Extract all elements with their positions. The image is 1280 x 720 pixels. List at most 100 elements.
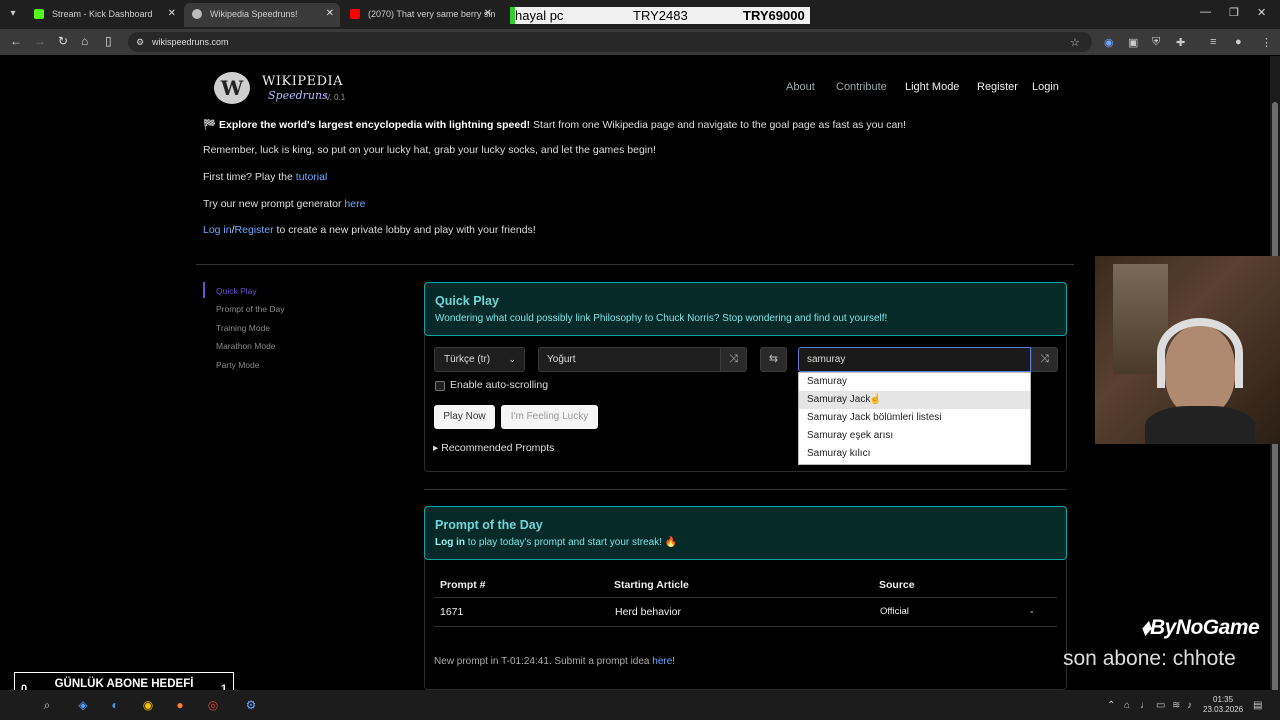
auto-scroll-checkbox[interactable] xyxy=(435,381,445,391)
table-divider xyxy=(434,597,1057,598)
goal-article-input[interactable]: samuray xyxy=(798,347,1031,372)
network-icon[interactable]: ⌂ xyxy=(1124,700,1130,711)
suggestion-item[interactable]: Samuray xyxy=(799,373,1030,391)
volume-icon[interactable]: ♪ xyxy=(1187,700,1192,711)
menu-icon[interactable]: ⋮ xyxy=(1261,36,1272,49)
site-logo[interactable]: W WIKIPEDIA Speedruns V. 0.1 xyxy=(214,72,354,106)
reload-icon[interactable]: ↻ xyxy=(58,34,68,48)
nav-contribute[interactable]: Contribute xyxy=(836,81,887,93)
nav-login[interactable]: Login xyxy=(1032,81,1059,93)
sidebar-item-prompt-of-the-day[interactable]: Prompt of the Day xyxy=(216,304,285,314)
bookmark-star-icon[interactable]: ☆ xyxy=(1070,36,1080,49)
overlay-label: hayal pc xyxy=(515,8,564,23)
suggestion-item[interactable]: Samuray Jack bölümleri listesi xyxy=(799,409,1030,427)
register-link[interactable]: Register xyxy=(235,224,274,236)
app-icon[interactable]: ◈ xyxy=(76,698,90,712)
intro-text: Start from one Wikipedia page and naviga… xyxy=(530,119,907,131)
footnote-text: New prompt in T-01:24:41. Submit a promp… xyxy=(434,656,653,667)
forward-icon[interactable]: → xyxy=(34,34,46,48)
close-icon[interactable]: ✕ xyxy=(326,3,334,25)
extension-icon[interactable]: ◉ xyxy=(1104,36,1114,49)
nav-about[interactable]: About xyxy=(786,81,815,93)
media-icon[interactable]: ≡ xyxy=(1210,36,1216,48)
page-content: W WIKIPEDIA Speedruns V. 0.1 About Contr… xyxy=(0,56,1270,690)
webcam-overlay xyxy=(1095,256,1280,444)
address-toolbar: ← → ↻ ⌂ ▯ ⚙ wikispeedruns.com ☆ ◉ ▣ ⛨ ✚ … xyxy=(0,29,1280,55)
nav-light-mode[interactable]: Light Mode xyxy=(905,81,959,93)
suggestion-item[interactable]: Samuray kılıcı xyxy=(799,445,1030,463)
sidebar-item-marathon-mode[interactable]: Marathon Mode xyxy=(216,341,276,351)
potd-footnote: New prompt in T-01:24:41. Submit a promp… xyxy=(434,656,675,667)
sidebar-item-training-mode[interactable]: Training Mode xyxy=(216,323,270,333)
feeling-lucky-button[interactable]: I'm Feeling Lucky xyxy=(501,405,598,429)
sidebar-active-marker xyxy=(203,282,205,298)
mouse-cursor-icon: ☝ xyxy=(869,394,882,405)
notification-icon[interactable]: ▤ xyxy=(1253,700,1262,711)
kick-favicon-icon xyxy=(34,9,44,19)
site-info-icon[interactable]: ⚙ xyxy=(136,32,144,52)
avatar[interactable]: ● xyxy=(1235,36,1242,48)
puzzle-icon[interactable]: ✚ xyxy=(1176,36,1185,49)
minimize-icon[interactable]: — xyxy=(1200,6,1211,18)
system-clock[interactable]: 01:35 23.03.2026 xyxy=(1203,695,1243,715)
recommended-prompts-toggle[interactable]: ▸ Recommended Prompts xyxy=(433,442,554,454)
split-view-icon[interactable]: ▯ xyxy=(105,34,112,48)
tab-youtube[interactable]: (2070) That very same berry sin ✕ xyxy=(342,3,498,27)
microphone-icon[interactable]: ♩ xyxy=(1140,700,1150,711)
suggestion-item[interactable]: Samuray eşek arısı xyxy=(799,427,1030,445)
table-divider xyxy=(434,626,1057,627)
play-now-button[interactable]: Play Now xyxy=(434,405,495,429)
home-icon[interactable]: ⌂ xyxy=(81,34,88,48)
battery-icon[interactable]: ▭ xyxy=(1156,700,1165,711)
close-icon[interactable]: ✕ xyxy=(168,3,176,25)
sidebar-item-party-mode[interactable]: Party Mode xyxy=(216,360,259,370)
potd-login-link[interactable]: Log in xyxy=(435,537,465,548)
clock-time: 01:35 xyxy=(1213,695,1234,704)
shuffle-icon: ⤨ xyxy=(1040,353,1049,365)
recommended-label: Recommended Prompts xyxy=(441,442,555,454)
suggestion-item[interactable]: Samuray Jack xyxy=(799,391,1030,409)
shuffle-goal-button[interactable]: ⤨ xyxy=(1031,347,1058,372)
language-select[interactable]: Türkçe (tr) ⌄ xyxy=(434,347,525,372)
extension-icon[interactable]: ▣ xyxy=(1128,36,1138,49)
steam-icon[interactable]: ⚙ xyxy=(244,698,258,712)
sidebar-item-quick-play[interactable]: Quick Play xyxy=(216,286,257,296)
swap-button[interactable]: ⇆ xyxy=(760,347,787,372)
close-window-icon[interactable]: ✕ xyxy=(1257,6,1266,19)
close-icon[interactable]: ✕ xyxy=(484,3,492,25)
prompt-source: Official xyxy=(880,606,909,617)
edge-icon[interactable]: ◐ xyxy=(108,698,122,712)
prompt-generator-link[interactable]: here xyxy=(344,198,365,210)
wikipedia-favicon-icon xyxy=(192,9,202,19)
starting-article[interactable]: Herd behavior xyxy=(615,606,681,618)
chrome-icon[interactable]: ◉ xyxy=(141,698,155,712)
tab-search-icon[interactable]: ▾ xyxy=(4,5,22,23)
intro-line-5: Log in/Register to create a new private … xyxy=(203,224,536,236)
wikipedia-globe-icon: W xyxy=(214,72,250,104)
shield-icon[interactable]: ⛨ xyxy=(1152,36,1160,49)
sponsor-text: ByNoGame xyxy=(1149,616,1260,639)
column-header: Prompt # xyxy=(440,579,486,591)
column-header: Starting Article xyxy=(614,579,689,591)
intro-text: to create a new private lobby and play w… xyxy=(273,224,536,236)
start-article-input[interactable]: Yoğurt xyxy=(538,347,721,372)
login-link[interactable]: Log in xyxy=(203,224,232,236)
tab-kick-dashboard[interactable]: Stream - Kick Dashboard ✕ xyxy=(26,3,182,27)
chevron-up-icon[interactable]: ⌃ xyxy=(1107,700,1115,711)
search-icon[interactable]: ⌕ xyxy=(40,698,54,712)
browser-tab-bar: ▾ Stream - Kick Dashboard ✕ Wikipedia Sp… xyxy=(0,0,1280,29)
goal-title: GÜNLÜK ABONE HEDEFİ xyxy=(54,678,194,690)
shuffle-start-button[interactable]: ⤨ xyxy=(720,347,747,372)
obs-icon[interactable]: ◎ xyxy=(206,698,220,712)
firefox-icon[interactable]: ● xyxy=(173,698,187,712)
nav-register[interactable]: Register xyxy=(977,81,1018,93)
taskbar: ⚙ ⌕ ◈ ◐ ◉ ● ◎ ⌃ ⌂ ♩ ▭ ≋ ♪ 01:35 23.03.20… xyxy=(0,690,1280,720)
headphones-icon xyxy=(1157,318,1243,388)
back-icon[interactable]: ← xyxy=(10,34,22,48)
tab-wikipedia-speedruns[interactable]: Wikipedia Speedruns! ✕ xyxy=(184,3,340,27)
wifi-icon[interactable]: ≋ xyxy=(1172,700,1180,711)
tutorial-link[interactable]: tutorial xyxy=(296,171,328,183)
submit-prompt-link[interactable]: here xyxy=(652,656,672,667)
restore-icon[interactable]: ❐ xyxy=(1229,6,1239,19)
url-bar[interactable]: ⚙ wikispeedruns.com xyxy=(128,32,1092,52)
